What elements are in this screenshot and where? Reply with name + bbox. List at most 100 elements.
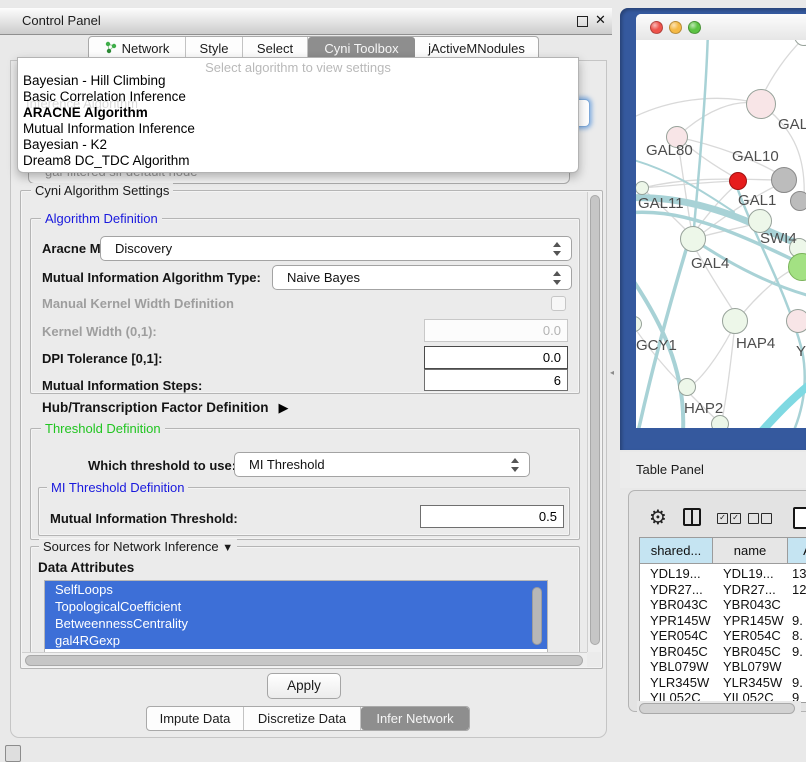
panel-divider-grip[interactable]: ◂ xyxy=(610,368,617,378)
table-cell[interactable]: YBR043C xyxy=(723,597,781,612)
attribute-item-selfloops[interactable]: SelfLoops xyxy=(45,581,547,598)
node-label-swi4: SWI4 xyxy=(760,230,797,247)
algorithm-definition-title: Algorithm Definition xyxy=(41,211,162,226)
network-node-hap4[interactable] xyxy=(722,308,748,334)
table-cell[interactable]: 8. xyxy=(792,628,803,643)
table-cell[interactable]: YBL079W xyxy=(723,659,782,674)
attribute-list-scrollbar[interactable] xyxy=(532,587,542,645)
unchecked-checkbox-icon[interactable] xyxy=(761,513,772,524)
table-cell[interactable]: 9. xyxy=(792,613,803,628)
table-cell[interactable]: YLR345W xyxy=(650,675,709,690)
table-cell[interactable]: YER054C xyxy=(723,628,781,643)
table-cell[interactable]: YBR045C xyxy=(650,644,708,659)
attribute-table: shared...nameA YDL19... YDL19... 13 YDR27...… xyxy=(639,537,806,703)
settings-horizontal-scrollbar[interactable] xyxy=(22,652,587,667)
bottom-tab-label: Impute Data xyxy=(160,711,231,726)
table-cell[interactable]: YPR145W xyxy=(723,613,784,628)
node-label-gal80: GAL80 xyxy=(646,142,693,159)
table-horizontal-scrollbar[interactable] xyxy=(637,701,801,714)
settings-vertical-thumb[interactable] xyxy=(590,195,600,645)
float-window-icon[interactable] xyxy=(577,16,588,27)
attribute-item-betweennesscentrality[interactable]: BetweennessCentrality xyxy=(45,615,547,632)
mi-steps-field[interactable]: 6 xyxy=(424,369,568,391)
algorithm-option-dream8-dc-tdc-algorithm[interactable]: Dream8 DC_TDC Algorithm xyxy=(23,153,190,169)
column-header-a[interactable]: A xyxy=(788,538,806,564)
dpi-tolerance-label: DPI Tolerance [0,1]: xyxy=(42,351,162,366)
tab-label: Network xyxy=(122,41,170,56)
network-view-frame[interactable]: GALGAL80GAL10GAL11GAL1SWI4GAL4GCY1HAP4YH… xyxy=(620,8,806,450)
node-label-gal10: GAL10 xyxy=(732,148,779,165)
network-window: GALGAL80GAL10GAL11GAL1SWI4GAL4GCY1HAP4YH… xyxy=(636,14,806,428)
network-node-gal10[interactable] xyxy=(771,167,797,193)
table-horizontal-thumb[interactable] xyxy=(639,703,795,714)
algorithm-option-bayesian-k2[interactable]: Bayesian - K2 xyxy=(23,137,107,153)
dpi-tolerance-field[interactable]: 0.0 xyxy=(424,346,568,369)
kernel-width-field[interactable]: 0.0 xyxy=(424,319,568,342)
table-cell[interactable]: 13 xyxy=(792,566,806,581)
node-label-gal4: GAL4 xyxy=(691,255,729,272)
column-header-name[interactable]: name xyxy=(713,538,788,564)
network-node-gal[interactable] xyxy=(746,89,776,119)
attribute-item-topologicalcoefficient[interactable]: TopologicalCoefficient xyxy=(45,598,547,615)
table-cell[interactable]: YDR27... xyxy=(723,582,776,597)
algorithm-option-mutual-information-inference[interactable]: Mutual Information Inference xyxy=(23,121,195,137)
which-threshold-value: MI Threshold xyxy=(249,457,325,472)
columns-icon[interactable] xyxy=(683,508,701,526)
expand-right-icon[interactable]: ▶ xyxy=(279,400,289,416)
manual-kernel-checkbox[interactable] xyxy=(551,296,566,311)
apply-button[interactable]: Apply xyxy=(267,673,341,699)
mi-threshold-field[interactable]: 0.5 xyxy=(420,505,564,528)
mi-type-combobox[interactable]: Naive Bayes xyxy=(272,265,572,290)
which-threshold-combobox[interactable]: MI Threshold xyxy=(234,452,530,477)
bottom-tab-impute-data[interactable]: Impute Data xyxy=(147,707,244,730)
algorithm-option-bayesian-hill-climbing[interactable]: Bayesian - Hill Climbing xyxy=(23,73,166,89)
network-node-gal4[interactable] xyxy=(680,226,706,252)
checked-checkbox-icon[interactable]: ✓ xyxy=(717,513,728,524)
table-cell[interactable]: YLR345W xyxy=(723,675,782,690)
table-cell[interactable]: YDL19... xyxy=(723,566,774,581)
attribute-item-gal4rgexp[interactable]: gal4RGexp xyxy=(45,632,547,649)
algorithm-dropdown-list: Select algorithm to view settings Infere… xyxy=(17,57,579,173)
table-cell[interactable]: YBR045C xyxy=(723,644,781,659)
unchecked-checkbox-icon[interactable] xyxy=(748,513,759,524)
tab-label: Select xyxy=(257,41,293,56)
mac-zoom-button[interactable] xyxy=(688,21,701,34)
algorithm-option-aracne-algorithm[interactable]: ARACNE Algorithm xyxy=(23,105,148,121)
manual-kernel-label: Manual Kernel Width Definition xyxy=(42,296,234,311)
table-cell[interactable]: YBL079W xyxy=(650,659,709,674)
settings-horizontal-thumb[interactable] xyxy=(25,655,583,666)
settings-vertical-scrollbar[interactable] xyxy=(587,192,601,652)
network-canvas[interactable]: GALGAL80GAL10GAL11GAL1SWI4GAL4GCY1HAP4YH… xyxy=(636,40,806,428)
network-node-y[interactable] xyxy=(786,309,806,333)
table-cell[interactable]: YDL19... xyxy=(650,566,701,581)
table-cell[interactable]: 9. xyxy=(792,675,803,690)
collapse-down-icon[interactable]: ▼ xyxy=(222,542,233,554)
node-label-gal11: GAL11 xyxy=(638,195,684,212)
node-label-y: Y xyxy=(796,343,806,360)
table-cell[interactable]: YPR145W xyxy=(650,613,711,628)
mac-close-button[interactable] xyxy=(650,21,663,34)
table-cell[interactable]: 9. xyxy=(792,644,803,659)
document-icon[interactable] xyxy=(793,507,806,529)
control-panel-title: Control Panel xyxy=(22,13,101,28)
checked-checkbox-icon[interactable]: ✓ xyxy=(730,513,741,524)
bottom-tab-infer-network[interactable]: Infer Network xyxy=(361,707,469,730)
table-cell[interactable]: YBR043C xyxy=(650,597,708,612)
bottom-tab-discretize-data[interactable]: Discretize Data xyxy=(244,707,361,730)
gear-icon[interactable]: ⚙ xyxy=(649,505,667,530)
collapsed-panel-icon[interactable] xyxy=(5,745,21,762)
aracne-mode-combobox[interactable]: Discovery xyxy=(100,236,572,261)
network-node[interactable] xyxy=(790,191,806,211)
network-node[interactable] xyxy=(729,172,747,190)
table-cell[interactable]: YER054C xyxy=(650,628,708,643)
table-cell[interactable]: 12 xyxy=(792,582,806,597)
mac-minimize-button[interactable] xyxy=(669,21,682,34)
column-header-shared[interactable]: shared... xyxy=(640,538,713,564)
table-cell[interactable]: YDR27... xyxy=(650,582,703,597)
close-panel-icon[interactable]: ✕ xyxy=(595,12,606,28)
hub-definition-label[interactable]: Hub/Transcription Factor Definition▶ xyxy=(42,400,289,416)
network-node-hap2[interactable] xyxy=(678,378,696,396)
algorithm-option-basic-correlation-inference[interactable]: Basic Correlation Inference xyxy=(23,89,186,105)
data-attributes-list: SelfLoopsTopologicalCoefficientBetweenne… xyxy=(44,580,548,654)
network-node[interactable] xyxy=(711,415,729,428)
